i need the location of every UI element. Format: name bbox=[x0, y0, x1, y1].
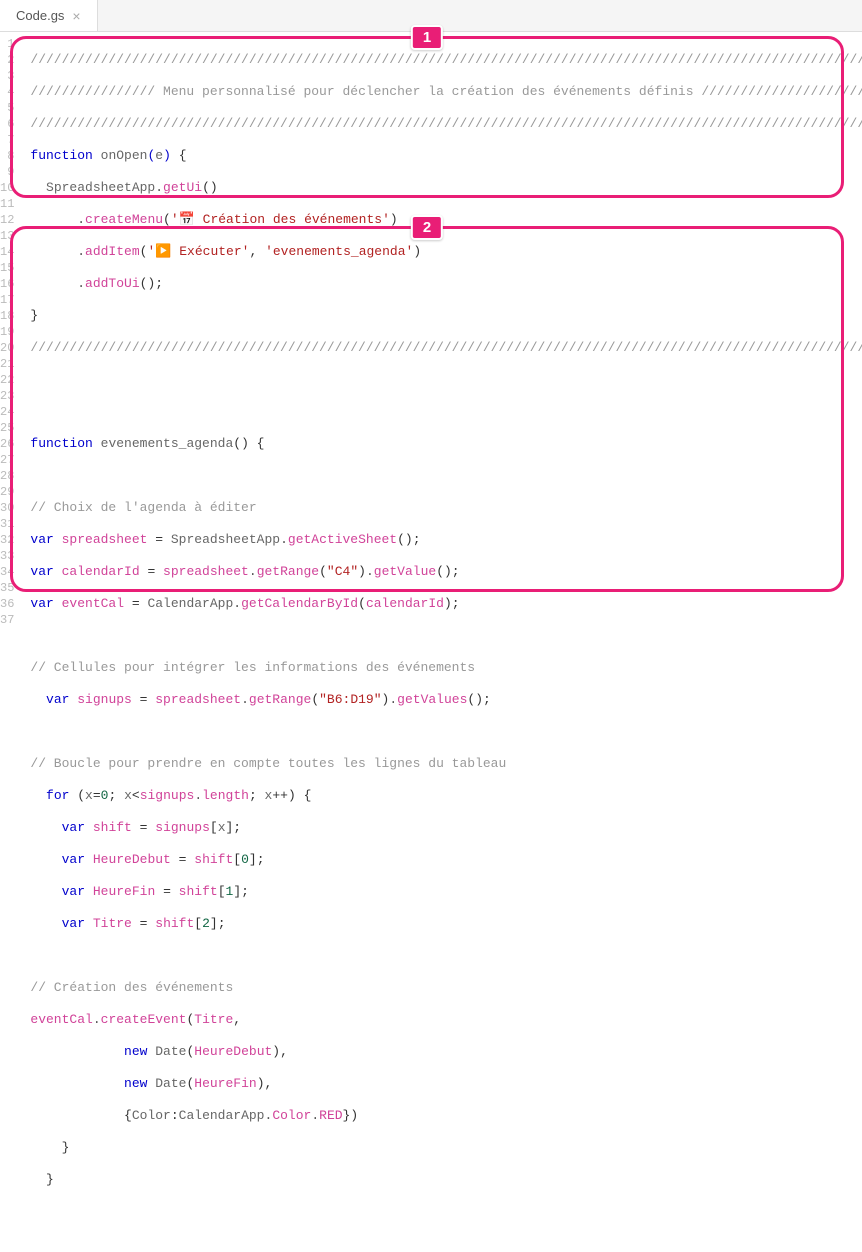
line-number: 30 bbox=[0, 500, 22, 516]
line-number: 20 bbox=[0, 340, 22, 356]
line-number: 28 bbox=[0, 468, 22, 484]
line-number: 34 bbox=[0, 564, 22, 580]
line-number: 27 bbox=[0, 452, 22, 468]
line-number: 12 bbox=[0, 212, 22, 228]
line-number: 29 bbox=[0, 484, 22, 500]
line-number: 10 bbox=[0, 180, 22, 196]
line-number: 7 bbox=[0, 132, 22, 148]
code-area[interactable]: ////////////////////////////////////////… bbox=[22, 32, 862, 631]
tab-bar: Code.gs × bbox=[0, 0, 862, 32]
close-icon[interactable]: × bbox=[72, 9, 80, 23]
line-number: 16 bbox=[0, 276, 22, 292]
line-number: 26 bbox=[0, 436, 22, 452]
line-number: 11 bbox=[0, 196, 22, 212]
tab-code-gs[interactable]: Code.gs × bbox=[0, 0, 98, 31]
line-number-gutter: 1234567891011121314151617181920212223242… bbox=[0, 32, 22, 631]
line-number: 8 bbox=[0, 148, 22, 164]
line-number: 23 bbox=[0, 388, 22, 404]
line-number: 1 bbox=[0, 36, 22, 52]
line-number: 25 bbox=[0, 420, 22, 436]
line-number: 3 bbox=[0, 68, 22, 84]
line-number: 17 bbox=[0, 292, 22, 308]
line-number: 21 bbox=[0, 356, 22, 372]
line-number: 15 bbox=[0, 260, 22, 276]
line-number: 31 bbox=[0, 516, 22, 532]
line-number: 36 bbox=[0, 596, 22, 612]
line-number: 19 bbox=[0, 324, 22, 340]
line-number: 22 bbox=[0, 372, 22, 388]
line-number: 32 bbox=[0, 532, 22, 548]
line-number: 18 bbox=[0, 308, 22, 324]
tab-label: Code.gs bbox=[16, 8, 64, 23]
line-number: 13 bbox=[0, 228, 22, 244]
line-number: 35 bbox=[0, 580, 22, 596]
line-number: 24 bbox=[0, 404, 22, 420]
line-number: 37 bbox=[0, 612, 22, 628]
line-number: 33 bbox=[0, 548, 22, 564]
line-number: 2 bbox=[0, 52, 22, 68]
code-editor[interactable]: 1234567891011121314151617181920212223242… bbox=[0, 32, 862, 631]
line-number: 9 bbox=[0, 164, 22, 180]
line-number: 5 bbox=[0, 100, 22, 116]
line-number: 4 bbox=[0, 84, 22, 100]
line-number: 6 bbox=[0, 116, 22, 132]
line-number: 14 bbox=[0, 244, 22, 260]
